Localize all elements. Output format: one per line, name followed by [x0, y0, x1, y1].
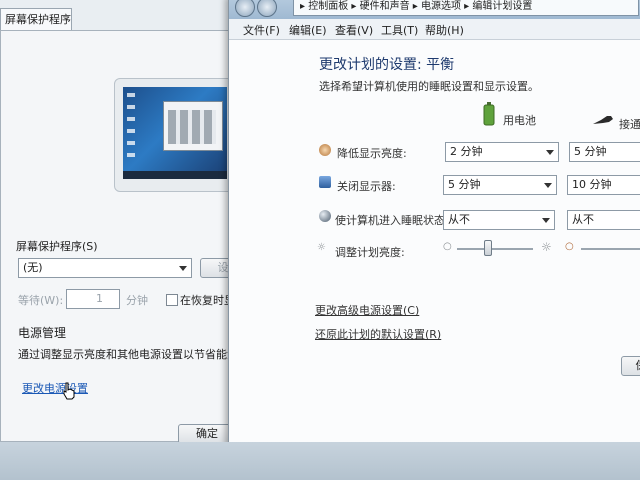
breadcrumb-3[interactable]: 编辑计划设置	[472, 1, 532, 12]
preview-taskbar	[123, 171, 227, 179]
sleep-plugged-select[interactable]: 从不	[567, 210, 640, 230]
minutes-label: 分钟	[126, 294, 148, 307]
sleep-label: 使计算机进入睡眠状态:	[335, 214, 449, 227]
menu-file[interactable]: 文件(F)	[243, 22, 280, 38]
plugged-column-label: 接通电	[619, 118, 640, 131]
monitor-preview	[114, 78, 236, 192]
brightness-low-icon: ○	[565, 241, 574, 252]
preview-window	[163, 101, 223, 151]
brightness-high-icon: ☼	[541, 240, 552, 254]
wait-stepper[interactable]: 1	[66, 289, 120, 309]
breadcrumb-0[interactable]: 控制面板	[308, 1, 348, 12]
brightness-plugged-slider[interactable]	[581, 248, 640, 250]
power-heading: 电源管理	[18, 326, 67, 340]
battery-icon	[483, 102, 495, 126]
screensaver-dialog: 屏幕保护程序 屏幕保护程序(S) (无) 设 等待(W): 1 分钟 在恢复时显…	[0, 0, 253, 480]
change-power-settings-link[interactable]: 更改电源设置	[22, 380, 88, 396]
moon-icon	[319, 210, 331, 222]
save-changes-button[interactable]: 保	[621, 356, 640, 376]
dim-display-label: 降低显示亮度:	[337, 147, 407, 160]
monitor-icon	[319, 176, 331, 188]
power-description: 通过调整显示亮度和其他电源设置以节省能源	[18, 348, 238, 361]
address-bar[interactable]: ▸ 控制面板 ▸ 硬件和声音 ▸ 电源选项 ▸ 编辑计划设置	[293, 0, 639, 16]
brightness-low-icon: ○	[443, 241, 452, 252]
breadcrumb-2[interactable]: 电源选项	[421, 1, 461, 12]
tab-screensaver[interactable]: 屏幕保护程序	[0, 8, 72, 30]
hand-cursor-icon	[63, 382, 75, 400]
sleep-plugged-value: 从不	[572, 213, 594, 226]
brightness-icon: ☼	[317, 242, 326, 253]
preview-screen	[123, 87, 227, 179]
menu-tools[interactable]: 工具(T)	[381, 22, 418, 38]
display-battery-value: 5 分钟	[448, 178, 481, 191]
dim-icon	[319, 144, 331, 156]
plan-settings-content: 更改计划的设置: 平衡 选择希望计算机使用的睡眠设置和显示设置。 用电池 接通电…	[229, 40, 640, 443]
menu-help[interactable]: 帮助(H)	[425, 22, 464, 38]
resume-checkbox[interactable]	[166, 294, 178, 306]
screensaver-select[interactable]: (无)	[18, 258, 192, 278]
resume-label: 在恢复时显	[180, 294, 235, 307]
forward-icon[interactable]	[257, 0, 277, 17]
screensaver-select-value: (无)	[23, 261, 43, 274]
page-subtitle: 选择希望计算机使用的睡眠设置和显示设置。	[319, 80, 539, 93]
breadcrumb-separator-icon: ▸	[351, 1, 360, 12]
page-title: 更改计划的设置: 平衡	[319, 57, 455, 73]
sleep-battery-value: 从不	[448, 213, 470, 226]
display-battery-select[interactable]: 5 分钟	[443, 175, 557, 195]
brightness-label: 调整计划亮度:	[335, 246, 405, 259]
back-icon[interactable]	[235, 0, 255, 17]
restore-defaults-link[interactable]: 还原此计划的默认设置(R)	[315, 326, 441, 342]
chevron-down-icon	[544, 183, 552, 188]
advanced-settings-link[interactable]: 更改高级电源设置(C)	[315, 302, 419, 318]
brightness-battery-thumb[interactable]	[484, 240, 493, 256]
wait-value: 1	[96, 292, 103, 305]
title-bar: ▸ 控制面板 ▸ 硬件和声音 ▸ 电源选项 ▸ 编辑计划设置	[229, 0, 640, 19]
desktop-icons	[127, 93, 135, 163]
plug-icon	[593, 116, 613, 124]
dim-battery-value: 2 分钟	[450, 145, 483, 158]
display-plugged-value: 10 分钟	[572, 178, 612, 191]
turn-off-display-label: 关闭显示器:	[337, 180, 396, 193]
menu-bar: 文件(F) 编辑(E) 查看(V) 工具(T) 帮助(H)	[229, 19, 640, 40]
wait-label: 等待(W):	[18, 294, 64, 307]
chevron-down-icon	[179, 266, 187, 271]
sleep-battery-select[interactable]: 从不	[443, 210, 555, 230]
control-panel-icon: ▸	[300, 1, 309, 12]
screensaver-label: 屏幕保护程序(S)	[16, 240, 98, 253]
breadcrumb-separator-icon: ▸	[412, 1, 421, 12]
display-plugged-select[interactable]: 10 分钟	[567, 175, 640, 195]
battery-column-label: 用电池	[503, 114, 536, 127]
breadcrumb-1[interactable]: 硬件和声音	[360, 1, 410, 12]
taskbar	[0, 442, 640, 480]
chevron-down-icon	[542, 218, 550, 223]
dim-battery-select[interactable]: 2 分钟	[445, 142, 559, 162]
chevron-down-icon	[546, 150, 554, 155]
edit-plan-window: ▸ 控制面板 ▸ 硬件和声音 ▸ 电源选项 ▸ 编辑计划设置 文件(F) 编辑(…	[228, 0, 640, 444]
dim-plugged-value: 5 分钟	[574, 145, 607, 158]
menu-edit[interactable]: 编辑(E)	[289, 22, 327, 38]
menu-view[interactable]: 查看(V)	[335, 22, 373, 38]
brightness-battery-slider[interactable]	[457, 248, 533, 250]
dim-plugged-select[interactable]: 5 分钟	[569, 142, 640, 162]
